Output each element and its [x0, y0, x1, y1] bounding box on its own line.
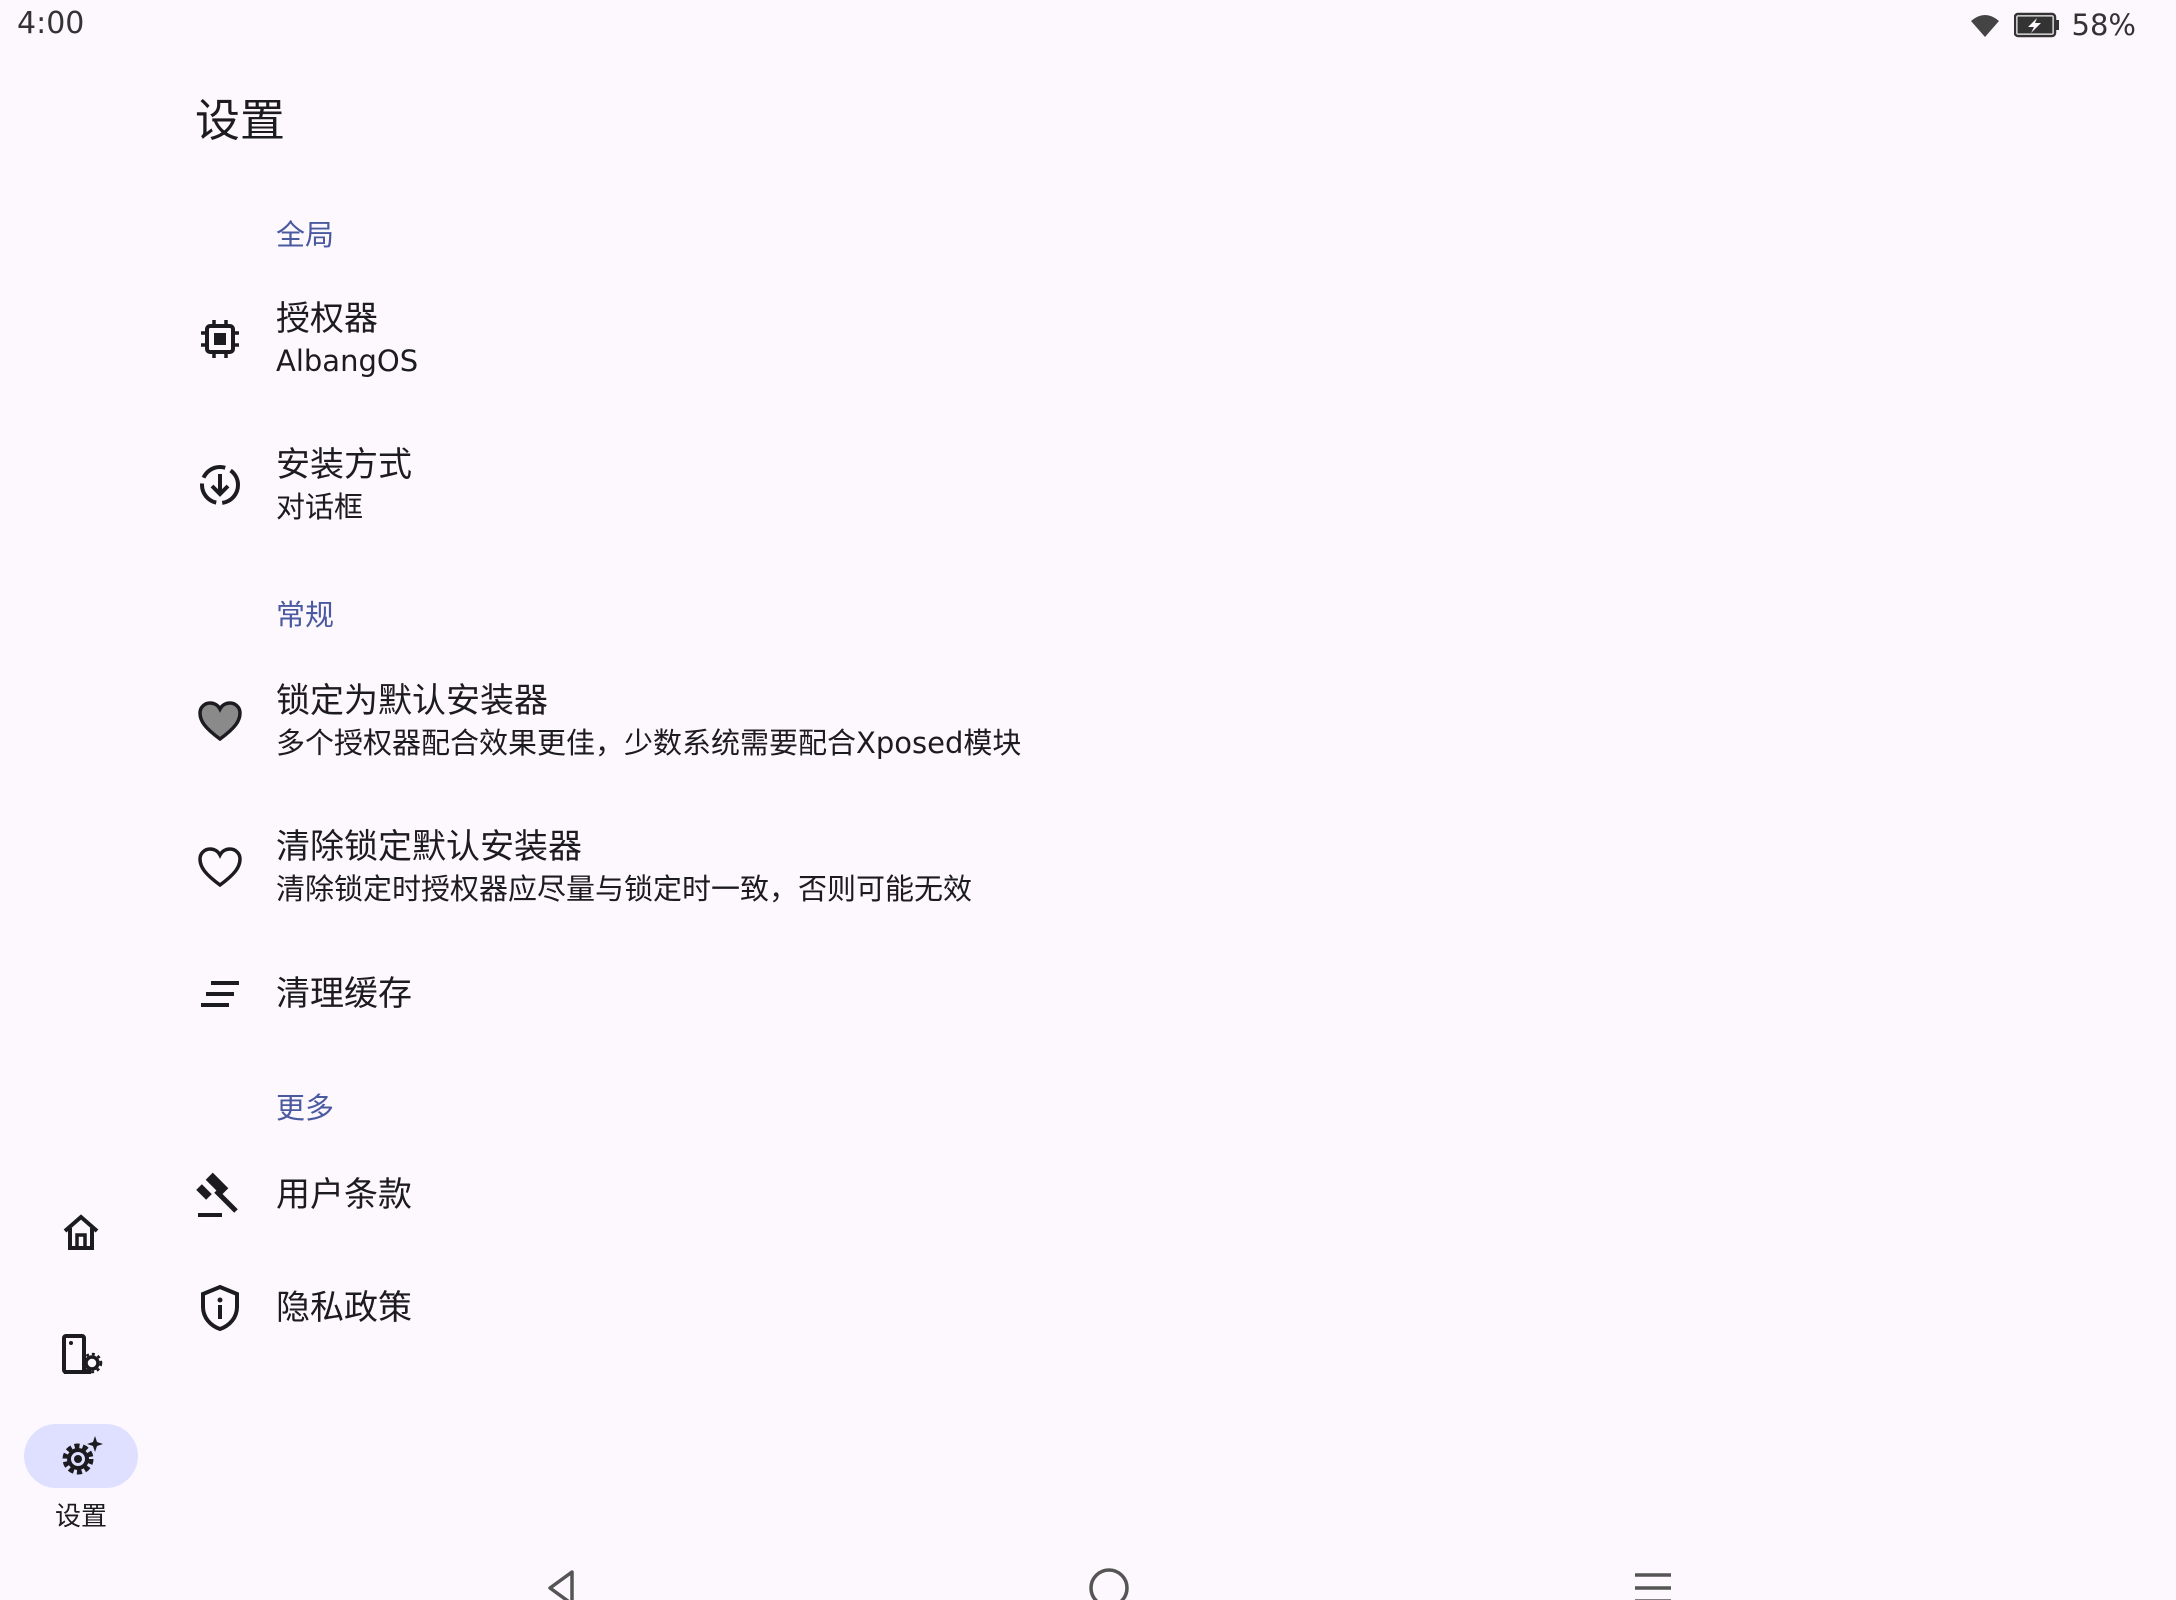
clear-cache-title: 清理缓存: [276, 974, 412, 1014]
gavel-icon: [180, 1155, 260, 1235]
app-settings-icon: [24, 1323, 138, 1387]
section-header-more: 更多: [276, 1091, 335, 1125]
terms-title: 用户条款: [276, 1175, 412, 1215]
recents-menu-icon: [1633, 1571, 1673, 1600]
system-home-button[interactable]: [1069, 1550, 1149, 1600]
rail-item-settings[interactable]: 设置: [24, 1424, 138, 1533]
settings-item-terms[interactable]: 用户条款: [180, 1155, 2080, 1235]
heart-filled-icon: [180, 681, 260, 761]
clear-all-icon: [180, 954, 260, 1034]
settings-sparkle-icon: [24, 1424, 138, 1488]
battery-charging-icon: [2013, 12, 2060, 38]
rail-item-apps[interactable]: [24, 1323, 138, 1387]
settings-item-lock-default[interactable]: 锁定为默认安装器 多个授权器配合效果更佳，少数系统需要配合Xposed模块: [180, 680, 2080, 762]
lock-default-title: 锁定为默认安装器: [276, 681, 548, 721]
settings-item-privacy[interactable]: 隐私政策: [180, 1268, 2080, 1348]
settings-item-clear-lock[interactable]: 清除锁定默认安装器 清除锁定时授权器应尽量与锁定时一致，否则可能无效: [180, 826, 2080, 908]
status-bar-right: 58%: [1968, 8, 2136, 42]
page-title: 设置: [195, 94, 286, 147]
lock-default-summary: 多个授权器配合效果更佳，少数系统需要配合Xposed模块: [276, 726, 1022, 760]
section-header-global: 全局: [276, 218, 335, 252]
privacy-title: 隐私政策: [276, 1288, 412, 1328]
home-circle-icon: [1087, 1566, 1131, 1600]
settings-item-clear-cache[interactable]: 清理缓存: [180, 954, 2080, 1034]
clear-lock-summary: 清除锁定时授权器应尽量与锁定时一致，否则可能无效: [276, 872, 973, 906]
authorizer-summary: AlbangOS: [276, 344, 419, 378]
back-triangle-icon: [544, 1568, 578, 1600]
settings-item-install-mode[interactable]: 安装方式 对话框: [180, 444, 2080, 526]
wifi-icon: [1968, 11, 2002, 39]
heart-outline-icon: [180, 827, 260, 907]
system-back-button[interactable]: [521, 1550, 601, 1600]
status-time: 4:00: [17, 6, 85, 41]
rail-settings-label: 设置: [54, 1502, 107, 1532]
settings-item-authorizer[interactable]: 授权器 AlbangOS: [180, 298, 2080, 380]
authorizer-title: 授权器: [276, 299, 378, 339]
battery-percent: 58%: [2071, 8, 2136, 42]
install-mode-summary: 对话框: [276, 490, 364, 524]
home-icon: [24, 1200, 138, 1264]
system-recents-button[interactable]: [1613, 1550, 1693, 1600]
rail-item-home[interactable]: [24, 1200, 138, 1264]
settings-screen: 4:00 58% 设置 全局 授权器 AlbangOS 安装方式 对话框 常规 …: [0, 0, 2176, 1600]
shield-info-icon: [180, 1268, 260, 1348]
chip-icon: [180, 299, 260, 379]
section-header-general: 常规: [276, 598, 335, 632]
install-mode-title: 安装方式: [276, 445, 412, 485]
install-download-icon: [180, 445, 260, 525]
clear-lock-title: 清除锁定默认安装器: [276, 827, 582, 867]
